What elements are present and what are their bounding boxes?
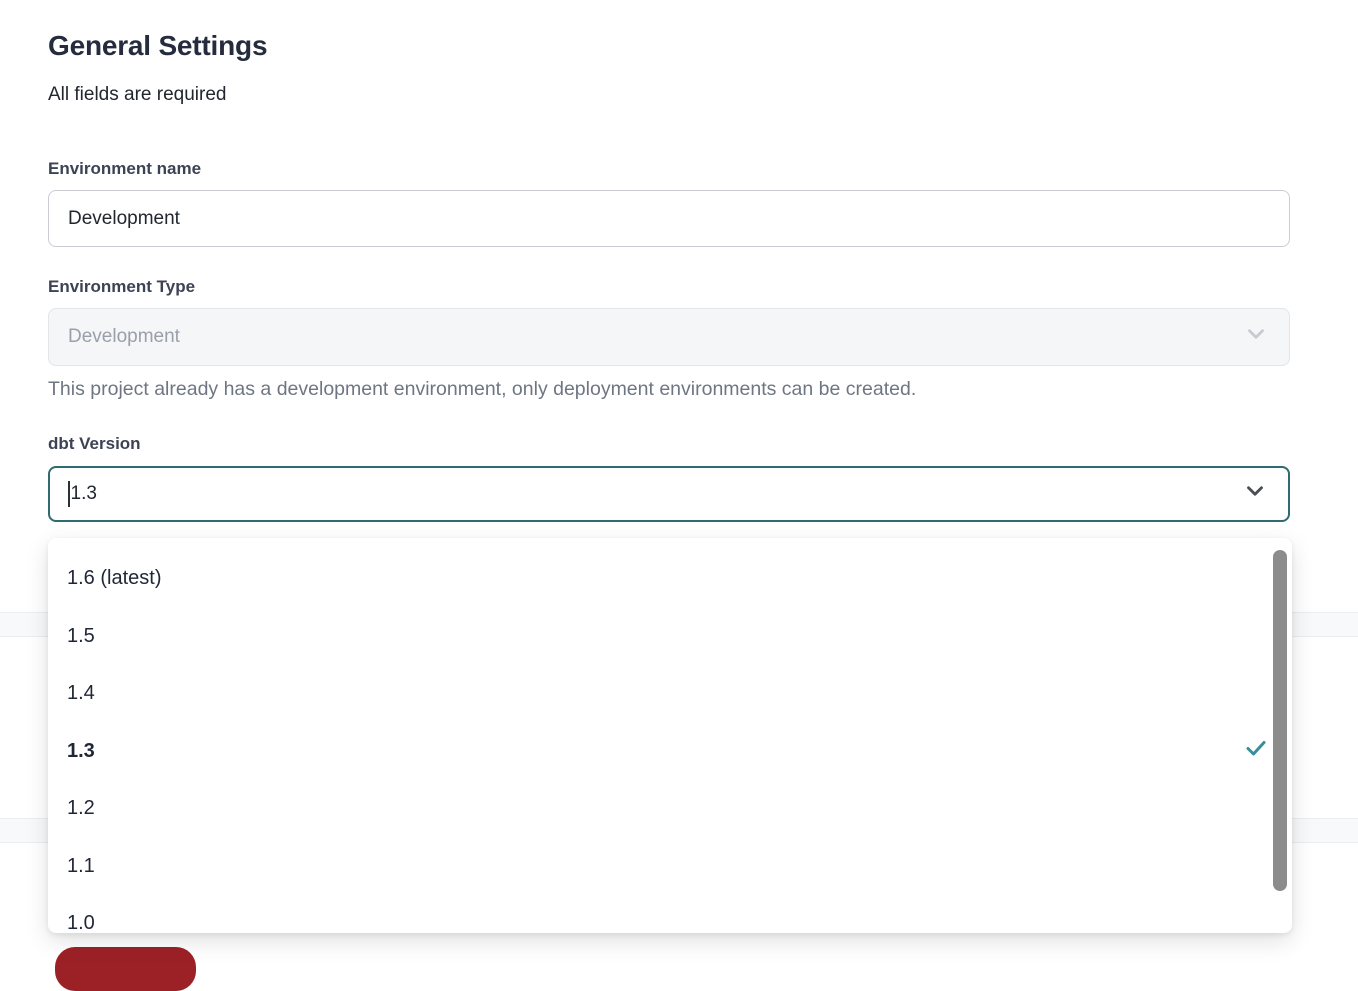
chevron-down-icon — [1242, 478, 1268, 510]
dropdown-option[interactable]: 1.0 — [48, 895, 1292, 933]
dropdown-scrollbar-thumb[interactable] — [1273, 550, 1287, 891]
environment-name-input[interactable] — [48, 190, 1290, 247]
environment-type-select[interactable]: Development — [48, 308, 1290, 366]
dbt-version-label: dbt Version — [48, 434, 141, 454]
dropdown-option[interactable]: 1.6 (latest) — [48, 550, 1292, 608]
dropdown-option[interactable]: 1.1 — [48, 838, 1292, 896]
page-title: General Settings — [48, 30, 267, 62]
dropdown-option[interactable]: 1.3 — [48, 723, 1292, 781]
dropdown-option-label: 1.6 (latest) — [67, 567, 161, 590]
check-icon — [1244, 736, 1268, 766]
dropdown-option[interactable]: 1.4 — [48, 665, 1292, 723]
dbt-version-option-list: 1.6 (latest) 1.5 1.4 1.3 1.2 1.1 — [48, 550, 1292, 933]
environment-type-label: Environment Type — [48, 277, 195, 297]
settings-page: General Settings All fields are required… — [0, 0, 1358, 952]
environment-name-label: Environment name — [48, 159, 201, 179]
danger-delete-button[interactable] — [55, 947, 196, 991]
dropdown-option-label: 1.4 — [67, 682, 95, 705]
dropdown-option-label: 1.2 — [67, 797, 95, 820]
dropdown-option[interactable]: 1.2 — [48, 780, 1292, 838]
dropdown-option-label: 1.0 — [67, 912, 95, 933]
dropdown-option-label: 1.5 — [67, 625, 95, 648]
chevron-down-icon — [1243, 321, 1269, 353]
dbt-version-dropdown-panel: 1.6 (latest) 1.5 1.4 1.3 1.2 1.1 — [48, 538, 1292, 933]
text-cursor — [68, 481, 70, 507]
dropdown-option-label: 1.1 — [67, 855, 95, 878]
dbt-version-value: 1.3 — [71, 483, 97, 505]
page-subtitle: All fields are required — [48, 84, 226, 106]
dropdown-option[interactable]: 1.5 — [48, 608, 1292, 666]
environment-type-helper-text: This project already has a development e… — [48, 378, 916, 401]
dbt-version-combobox[interactable]: 1.3 — [48, 466, 1290, 522]
dropdown-option-label: 1.3 — [67, 740, 95, 763]
environment-type-value: Development — [68, 326, 180, 348]
